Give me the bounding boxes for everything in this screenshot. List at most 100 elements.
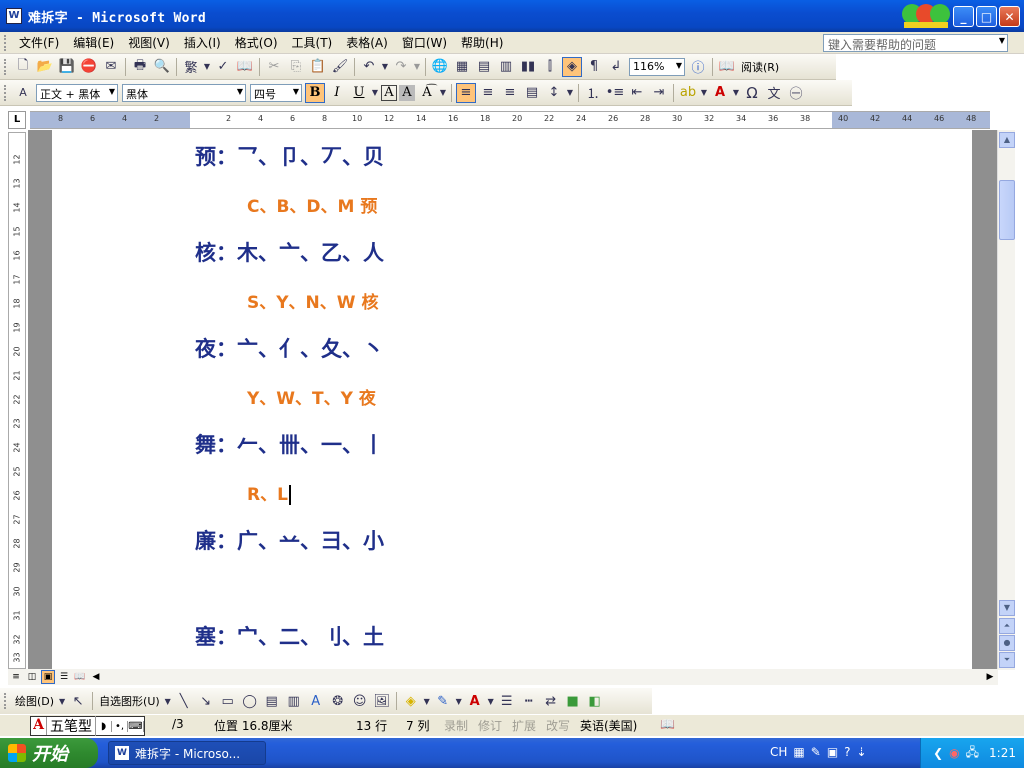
- chevron-down-icon[interactable]: ▼: [455, 691, 463, 711]
- chevron-down-icon[interactable]: ▼: [423, 691, 431, 711]
- line-color-icon[interactable]: ✎: [433, 691, 453, 711]
- chevron-down-icon[interactable]: ▼: [371, 83, 379, 103]
- permission-icon[interactable]: ⛔: [79, 57, 99, 77]
- menu-window[interactable]: 窗口(W): [395, 34, 454, 51]
- select-browse-object-icon[interactable]: ●: [999, 635, 1015, 651]
- doc-line-sai[interactable]: 塞：宀、二、刂、土: [195, 621, 384, 651]
- menu-tools[interactable]: 工具(T): [285, 34, 340, 51]
- chevron-down-icon[interactable]: ▼: [487, 691, 495, 711]
- clock[interactable]: 1:21: [989, 746, 1016, 760]
- enclose-characters-icon[interactable]: ㊀: [786, 83, 806, 103]
- chevron-down-icon[interactable]: ▼: [439, 83, 447, 103]
- drawing-icon[interactable]: ⫿: [540, 57, 560, 77]
- style-select[interactable]: 正文 + 黑体 ▼: [36, 83, 118, 102]
- help-icon[interactable]: ?: [844, 745, 850, 759]
- menu-file[interactable]: 文件(F): [12, 34, 66, 51]
- draw-menu-button[interactable]: 绘图(D): [15, 693, 54, 709]
- font-color-icon[interactable]: A: [710, 83, 730, 103]
- chevron-down-icon[interactable]: ▼: [203, 57, 211, 77]
- highlight-icon[interactable]: ab: [678, 83, 698, 103]
- email-icon[interactable]: ✉: [101, 57, 121, 77]
- punctuation-icon[interactable]: •,: [112, 720, 128, 732]
- chevron-down-icon[interactable]: ▼: [676, 61, 682, 70]
- chevron-down-icon[interactable]: ▼: [164, 691, 172, 711]
- half-full-width-icon[interactable]: ◗: [96, 720, 112, 732]
- rectangle-tool-icon[interactable]: ▭: [218, 691, 238, 711]
- cut-icon[interactable]: ✂: [264, 57, 284, 77]
- font-select[interactable]: 黑体 ▼: [122, 83, 246, 102]
- tab-selector[interactable]: L: [8, 111, 26, 129]
- insert-table-icon[interactable]: ▤: [474, 57, 494, 77]
- speech-icon[interactable]: ▣: [827, 745, 838, 759]
- chevron-down-icon[interactable]: ▼: [381, 57, 389, 77]
- chevron-down-icon[interactable]: ▼: [109, 87, 115, 96]
- horizontal-scrollbar[interactable]: ≡ ◫ ▣ ☰ 📖 ◀ ▶: [8, 669, 998, 685]
- clip-art-icon[interactable]: ☺: [350, 691, 370, 711]
- taskbar-item-word[interactable]: W 难拆字 - Microso...: [108, 741, 266, 765]
- open-folder-icon[interactable]: 📂: [35, 57, 55, 77]
- menu-view[interactable]: 视图(V): [121, 34, 177, 51]
- scroll-down-arrow-icon[interactable]: ▼: [999, 600, 1015, 616]
- arrow-style-icon[interactable]: ⇄: [541, 691, 561, 711]
- wordart-icon[interactable]: A: [306, 691, 326, 711]
- handwriting-icon[interactable]: ✎: [811, 745, 821, 759]
- network-icon[interactable]: 🖧: [966, 743, 979, 764]
- decrease-indent-icon[interactable]: ⇤: [627, 83, 647, 103]
- doc-line-ye[interactable]: 夜：亠、亻、夂、丶: [195, 333, 384, 363]
- next-page-icon[interactable]: ⏷: [999, 652, 1015, 668]
- chevron-down-icon[interactable]: ▼: [999, 36, 1005, 45]
- traditional-chinese-button[interactable]: 繁: [181, 57, 201, 77]
- start-button[interactable]: 开始: [0, 738, 98, 768]
- character-border-icon[interactable]: A: [381, 84, 397, 101]
- toolbar-grip[interactable]: [4, 58, 8, 75]
- align-right-icon[interactable]: ≡: [500, 83, 520, 103]
- ime-icon[interactable]: ▦: [793, 745, 804, 759]
- status-record[interactable]: 录制: [444, 717, 468, 734]
- chevron-down-icon[interactable]: ▼: [58, 691, 66, 711]
- chevron-down-icon[interactable]: ▼: [732, 83, 740, 103]
- language-indicator[interactable]: CH: [770, 745, 787, 759]
- spelling-status-icon[interactable]: 📖: [660, 717, 675, 731]
- insert-excel-icon[interactable]: ▥: [496, 57, 516, 77]
- new-document-icon[interactable]: 🗋: [13, 57, 33, 77]
- distributed-align-icon[interactable]: ▤: [522, 83, 542, 103]
- doc-line-yu-code[interactable]: C、B、D、M 预: [247, 192, 377, 217]
- options-icon[interactable]: ⇣: [857, 745, 867, 759]
- scroll-up-arrow-icon[interactable]: ▲: [999, 132, 1015, 148]
- tray-back-icon[interactable]: ❮: [933, 746, 943, 760]
- menu-help[interactable]: 帮助(H): [454, 34, 510, 51]
- previous-page-icon[interactable]: ⏶: [999, 618, 1015, 634]
- word-app-icon[interactable]: W: [6, 8, 22, 24]
- status-extend[interactable]: 扩展: [512, 717, 536, 734]
- soft-keyboard-icon[interactable]: ⌨: [128, 720, 144, 732]
- read-button[interactable]: 阅读(R): [741, 59, 779, 75]
- arrow-tool-icon[interactable]: ↘: [196, 691, 216, 711]
- undo-icon[interactable]: ↶: [359, 57, 379, 77]
- line-tool-icon[interactable]: ╲: [174, 691, 194, 711]
- doc-line-yu[interactable]: 预：乛、卩、丆、贝: [195, 141, 384, 171]
- columns-icon[interactable]: ▮▮: [518, 57, 538, 77]
- doc-line-he-code[interactable]: S、Y、N、W 核: [247, 288, 378, 313]
- chevron-down-icon[interactable]: ▼: [700, 83, 708, 103]
- line-style-icon[interactable]: ☰: [497, 691, 517, 711]
- help-search-input[interactable]: 键入需要帮助的问题 ▼: [823, 34, 1008, 52]
- doc-line-wu-code[interactable]: R、L: [247, 480, 291, 505]
- character-shading-icon[interactable]: A: [399, 84, 415, 101]
- zoom-select[interactable]: 116% ▼: [629, 57, 685, 76]
- menu-edit[interactable]: 编辑(E): [66, 34, 121, 51]
- doc-line-he[interactable]: 核：木、亠、乙、人: [195, 237, 384, 267]
- print-preview-icon[interactable]: 🔍: [152, 57, 172, 77]
- align-justify-icon[interactable]: ≡: [456, 82, 476, 103]
- text-box-icon[interactable]: ▤: [262, 691, 282, 711]
- font-color-draw-icon[interactable]: A: [465, 691, 485, 711]
- menu-insert[interactable]: 插入(I): [177, 34, 228, 51]
- underline-button[interactable]: U: [349, 83, 369, 103]
- diagram-icon[interactable]: ❂: [328, 691, 348, 711]
- menu-format[interactable]: 格式(O): [228, 34, 285, 51]
- paste-icon[interactable]: 📋: [308, 57, 328, 77]
- close-button[interactable]: ✕: [999, 6, 1020, 27]
- normal-view-icon[interactable]: ≡: [9, 670, 23, 684]
- document-map-icon[interactable]: ◈: [562, 56, 582, 77]
- read-icon[interactable]: 📖: [717, 57, 737, 77]
- vertical-ruler[interactable]: 12 13 14 15 16 17 18 19 20 21 22 23 24 2…: [8, 132, 26, 669]
